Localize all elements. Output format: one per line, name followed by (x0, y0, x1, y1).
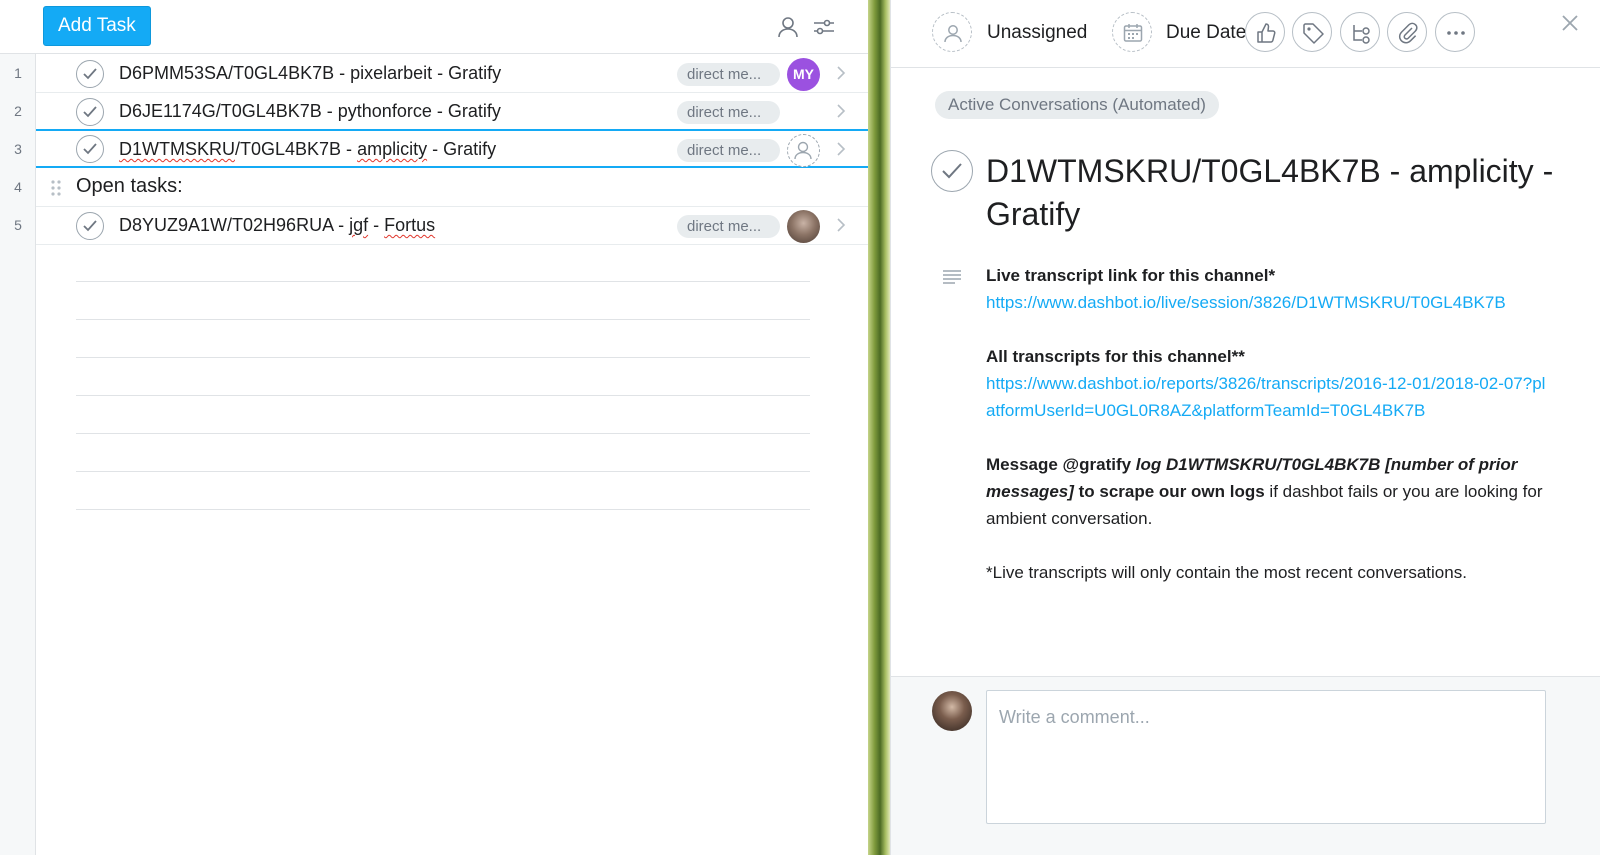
row-number-gutter (0, 54, 36, 855)
task-row[interactable]: D6PMM53SA/T0GL4BK7B - pixelarbeit - Grat… (36, 54, 868, 93)
task-tag-pill[interactable]: direct me... (677, 63, 780, 86)
complete-check-icon[interactable] (76, 135, 104, 163)
empty-row-line[interactable] (76, 395, 810, 396)
task-name-part: Fortus (384, 215, 436, 235)
live-transcript-heading: Live transcript link for this channel* (986, 266, 1276, 285)
empty-row-line[interactable] (76, 319, 810, 320)
empty-row-line[interactable] (76, 357, 810, 358)
comment-input[interactable] (986, 690, 1546, 824)
project-pill[interactable]: Active Conversations (Automated) (935, 91, 1219, 119)
task-tag-pill[interactable]: direct me... (677, 101, 780, 124)
more-options-icon[interactable] (1435, 12, 1475, 52)
task-description[interactable]: Live transcript link for this channel* h… (986, 262, 1546, 613)
task-name[interactable]: D8YUZ9A1W/T02H96RUA - jgf - Fortus (119, 215, 435, 236)
assignee-label[interactable]: Unassigned (987, 22, 1087, 44)
assignee-icon[interactable] (932, 12, 972, 52)
section-row[interactable]: Open tasks: (36, 168, 868, 207)
task-tag-pill[interactable]: direct me... (677, 139, 780, 162)
description-lines-icon (943, 270, 961, 284)
all-transcripts-heading: All transcripts for this channel** (986, 347, 1245, 366)
complete-check-icon[interactable] (76, 98, 104, 126)
task-list-toolbar: Add Task (0, 0, 868, 54)
task-name-part: D8YUZ9A1W/T02H96RUA - (119, 215, 350, 235)
task-detail-pane: Unassigned Due Date Active Conversations… (890, 0, 1600, 855)
task-title[interactable]: D1WTMSKRU/T0GL4BK7B - amplicity - Gratif… (986, 150, 1556, 236)
add-task-button[interactable]: Add Task (43, 6, 151, 46)
message-instructions: Message @gratify log D1WTMSKRU/T0GL4BK7B… (986, 451, 1546, 532)
chevron-right-icon[interactable] (836, 142, 846, 156)
task-row[interactable]: D6JE1174G/T0GL4BK7B - pythonforce - Grat… (36, 92, 868, 131)
background-strip (868, 0, 890, 855)
footnote-text: *Live transcripts will only contain the … (986, 563, 1467, 582)
empty-row-line[interactable] (76, 281, 810, 282)
message-bold: Message @gratify (986, 455, 1136, 474)
like-thumbs-up-icon[interactable] (1245, 12, 1285, 52)
row-number: 3 (14, 141, 22, 157)
close-icon[interactable] (1560, 13, 1580, 33)
row-number: 4 (14, 179, 22, 195)
task-name[interactable]: D1WTMSKRU/T0GL4BK7B - amplicity - Gratif… (119, 139, 496, 160)
task-list-pane: Add Task 1 2 3 4 5 D6PMM53SA/T0GL4BK7B -… (0, 0, 868, 855)
task-row[interactable]: D8YUZ9A1W/T02H96RUA - jgf - Fortus direc… (36, 206, 868, 245)
empty-row-line[interactable] (76, 471, 810, 472)
attachment-paperclip-icon[interactable] (1387, 12, 1427, 52)
avatar[interactable]: MY (787, 58, 820, 91)
chevron-right-icon[interactable] (836, 218, 846, 232)
tag-icon[interactable] (1292, 12, 1332, 52)
empty-row-line[interactable] (76, 433, 810, 434)
complete-check-icon[interactable] (931, 150, 973, 192)
row-number: 2 (14, 103, 22, 119)
calendar-icon[interactable] (1112, 12, 1152, 52)
chevron-right-icon[interactable] (836, 104, 846, 118)
task-name-part: jgf (349, 215, 369, 235)
complete-check-icon[interactable] (76, 212, 104, 240)
drag-handle-icon[interactable] (50, 179, 62, 197)
row-number: 5 (14, 217, 22, 233)
task-name[interactable]: D6JE1174G/T0GL4BK7B - pythonforce - Grat… (119, 101, 501, 122)
task-name-part: amplicity (357, 139, 428, 159)
message-bold: to scrape our own logs (1073, 482, 1265, 501)
subtask-icon[interactable] (1340, 12, 1380, 52)
row-number: 1 (14, 65, 22, 81)
comment-section (891, 676, 1600, 855)
person-icon[interactable] (776, 15, 800, 39)
due-date-label[interactable]: Due Date (1166, 22, 1246, 44)
all-transcripts-link[interactable]: https://www.dashbot.io/reports/3826/tran… (986, 370, 1546, 424)
task-name-part: /T0GL4BK7B - (235, 139, 358, 159)
empty-row-line[interactable] (76, 509, 810, 510)
task-name-part: - Gratify (427, 139, 497, 159)
task-tag-pill[interactable]: direct me... (677, 215, 780, 238)
filter-sliders-icon[interactable] (812, 15, 836, 39)
chevron-right-icon[interactable] (836, 66, 846, 80)
task-name[interactable]: D6PMM53SA/T0GL4BK7B - pixelarbeit - Grat… (119, 63, 501, 84)
detail-header: Unassigned Due Date (891, 0, 1600, 68)
task-name-part: D1WTMSKRU (119, 139, 235, 159)
task-name-part: - (368, 215, 385, 235)
complete-check-icon[interactable] (76, 60, 104, 88)
avatar[interactable] (787, 210, 820, 243)
avatar (932, 691, 972, 731)
task-row-selected[interactable]: D1WTMSKRU/T0GL4BK7B - amplicity - Gratif… (36, 129, 868, 168)
unassigned-avatar-icon[interactable] (787, 134, 820, 167)
section-title[interactable]: Open tasks: (76, 175, 183, 198)
live-transcript-link[interactable]: https://www.dashbot.io/live/session/3826… (986, 289, 1546, 316)
